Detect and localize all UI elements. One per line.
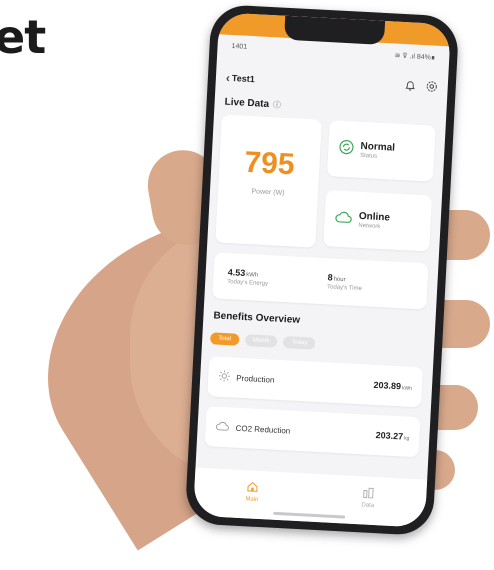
cloud-icon xyxy=(334,209,353,229)
time-unit: hour xyxy=(333,276,346,284)
production-value: 203.89 xyxy=(373,379,402,392)
energy-value: 4.53 xyxy=(227,267,246,278)
bell-icon[interactable] xyxy=(404,78,416,97)
network-label: Network xyxy=(358,222,381,230)
info-icon[interactable]: ⓘ xyxy=(273,99,282,110)
phone-notch xyxy=(284,15,386,45)
status-time: 1401 xyxy=(231,42,248,51)
network-value: Online xyxy=(358,210,391,224)
device-name: Test1 xyxy=(231,73,255,85)
app-header: ‹ Test1 xyxy=(225,69,438,98)
nav-main-label: Main xyxy=(245,496,259,503)
co2-value: 203.27 xyxy=(375,430,404,442)
time-value: 8 xyxy=(327,272,333,283)
co2-label: CO2 Reduction xyxy=(235,423,291,436)
gear-icon[interactable] xyxy=(425,79,438,98)
building-chart-icon xyxy=(362,486,375,501)
sun-icon xyxy=(218,370,231,385)
power-label: Power (W) xyxy=(251,188,285,197)
power-value: 795 xyxy=(243,145,296,182)
status-label: Status xyxy=(359,152,378,160)
tab-total[interactable]: Total xyxy=(209,332,240,346)
benefits-title: Benefits Overview xyxy=(213,310,301,326)
co2-unit: kg xyxy=(403,435,410,442)
production-row: Production 203.89kWh xyxy=(207,356,424,408)
co2-reduction-row: CO2 Reduction 203.27kg xyxy=(204,406,421,458)
chevron-left-icon: ‹ xyxy=(225,70,231,85)
tab-today[interactable]: Today xyxy=(283,336,316,350)
energy-summary-card: 4.53kWh Today's Energy 8hour Today's Tim… xyxy=(212,252,429,310)
home-indicator xyxy=(273,511,346,519)
network-card: Online Network xyxy=(323,190,433,252)
todays-time: 8hour Today's Time xyxy=(327,272,428,295)
production-unit: kWh xyxy=(401,385,413,392)
headline-text: et xyxy=(0,10,46,64)
status-indicators: ≋ ⊽ .ıl 84%∎ xyxy=(394,52,436,62)
power-card: 795 Power (W) xyxy=(215,114,322,248)
refresh-status-icon xyxy=(338,138,355,160)
home-icon xyxy=(246,480,259,495)
todays-energy: 4.53kWh Today's Energy xyxy=(227,267,328,290)
status-card: Normal Status xyxy=(326,120,436,182)
status-bar: 1401 ≋ ⊽ .ıl 84%∎ xyxy=(231,43,435,62)
phone-screen: 1401 ≋ ⊽ .ıl 84%∎ ‹ Test1 Live Data ⓘ 79… xyxy=(192,12,452,528)
nav-main[interactable]: Main xyxy=(245,480,259,503)
energy-unit: kWh xyxy=(246,272,259,279)
nav-data[interactable]: Data xyxy=(361,486,375,509)
back-button[interactable]: ‹ Test1 xyxy=(226,71,256,86)
live-data-title: Live Data ⓘ xyxy=(224,96,282,110)
smartphone: 1401 ≋ ⊽ .ıl 84%∎ ‹ Test1 Live Data ⓘ 79… xyxy=(184,3,460,537)
benefits-tabs: Total Month Today xyxy=(209,332,316,350)
tab-month[interactable]: Month xyxy=(244,334,278,348)
nav-data-label: Data xyxy=(361,502,375,510)
status-value: Normal xyxy=(360,140,396,154)
production-label: Production xyxy=(236,373,275,385)
bottom-navigation: Main Data xyxy=(192,467,428,528)
cloud-outline-icon xyxy=(215,421,230,434)
